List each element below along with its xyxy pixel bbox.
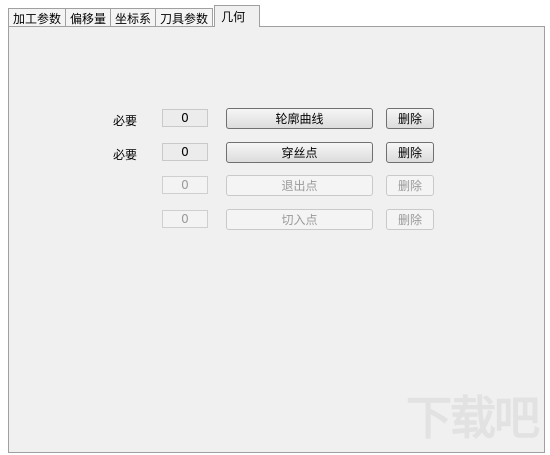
geometry-panel: 必要 0 轮廓曲线 删除 必要 0 穿丝点 删除 0 退出点 删除 0 切入点 …: [8, 26, 545, 453]
entry-point-button[interactable]: 切入点: [226, 209, 373, 230]
watermark-logo: 下载吧: [406, 391, 540, 445]
tab-coordinate-system[interactable]: 坐标系: [110, 8, 157, 27]
tab-offset[interactable]: 偏移量: [65, 8, 112, 27]
exit-point-button[interactable]: 退出点: [226, 175, 373, 196]
delete-threading-point-button[interactable]: 删除: [386, 142, 434, 163]
count-field-entry-point: 0: [162, 210, 208, 228]
contour-curve-button[interactable]: 轮廓曲线: [226, 108, 373, 129]
delete-entry-point-button[interactable]: 删除: [386, 209, 434, 230]
delete-contour-button[interactable]: 删除: [386, 108, 434, 129]
required-label: 必要: [113, 148, 138, 162]
delete-exit-point-button[interactable]: 删除: [386, 175, 434, 196]
count-field-contour: 0: [162, 109, 208, 127]
threading-point-button[interactable]: 穿丝点: [226, 142, 373, 163]
required-label: 必要: [113, 114, 138, 128]
tab-bar: 加工参数 偏移量 坐标系 刀具参数 几何: [8, 5, 261, 27]
tab-tool-params[interactable]: 刀具参数: [155, 8, 214, 27]
tab-geometry[interactable]: 几何: [214, 5, 261, 27]
count-field-exit-point: 0: [162, 176, 208, 194]
tab-machining-params[interactable]: 加工参数: [8, 8, 67, 27]
count-field-threading-point: 0: [162, 143, 208, 161]
